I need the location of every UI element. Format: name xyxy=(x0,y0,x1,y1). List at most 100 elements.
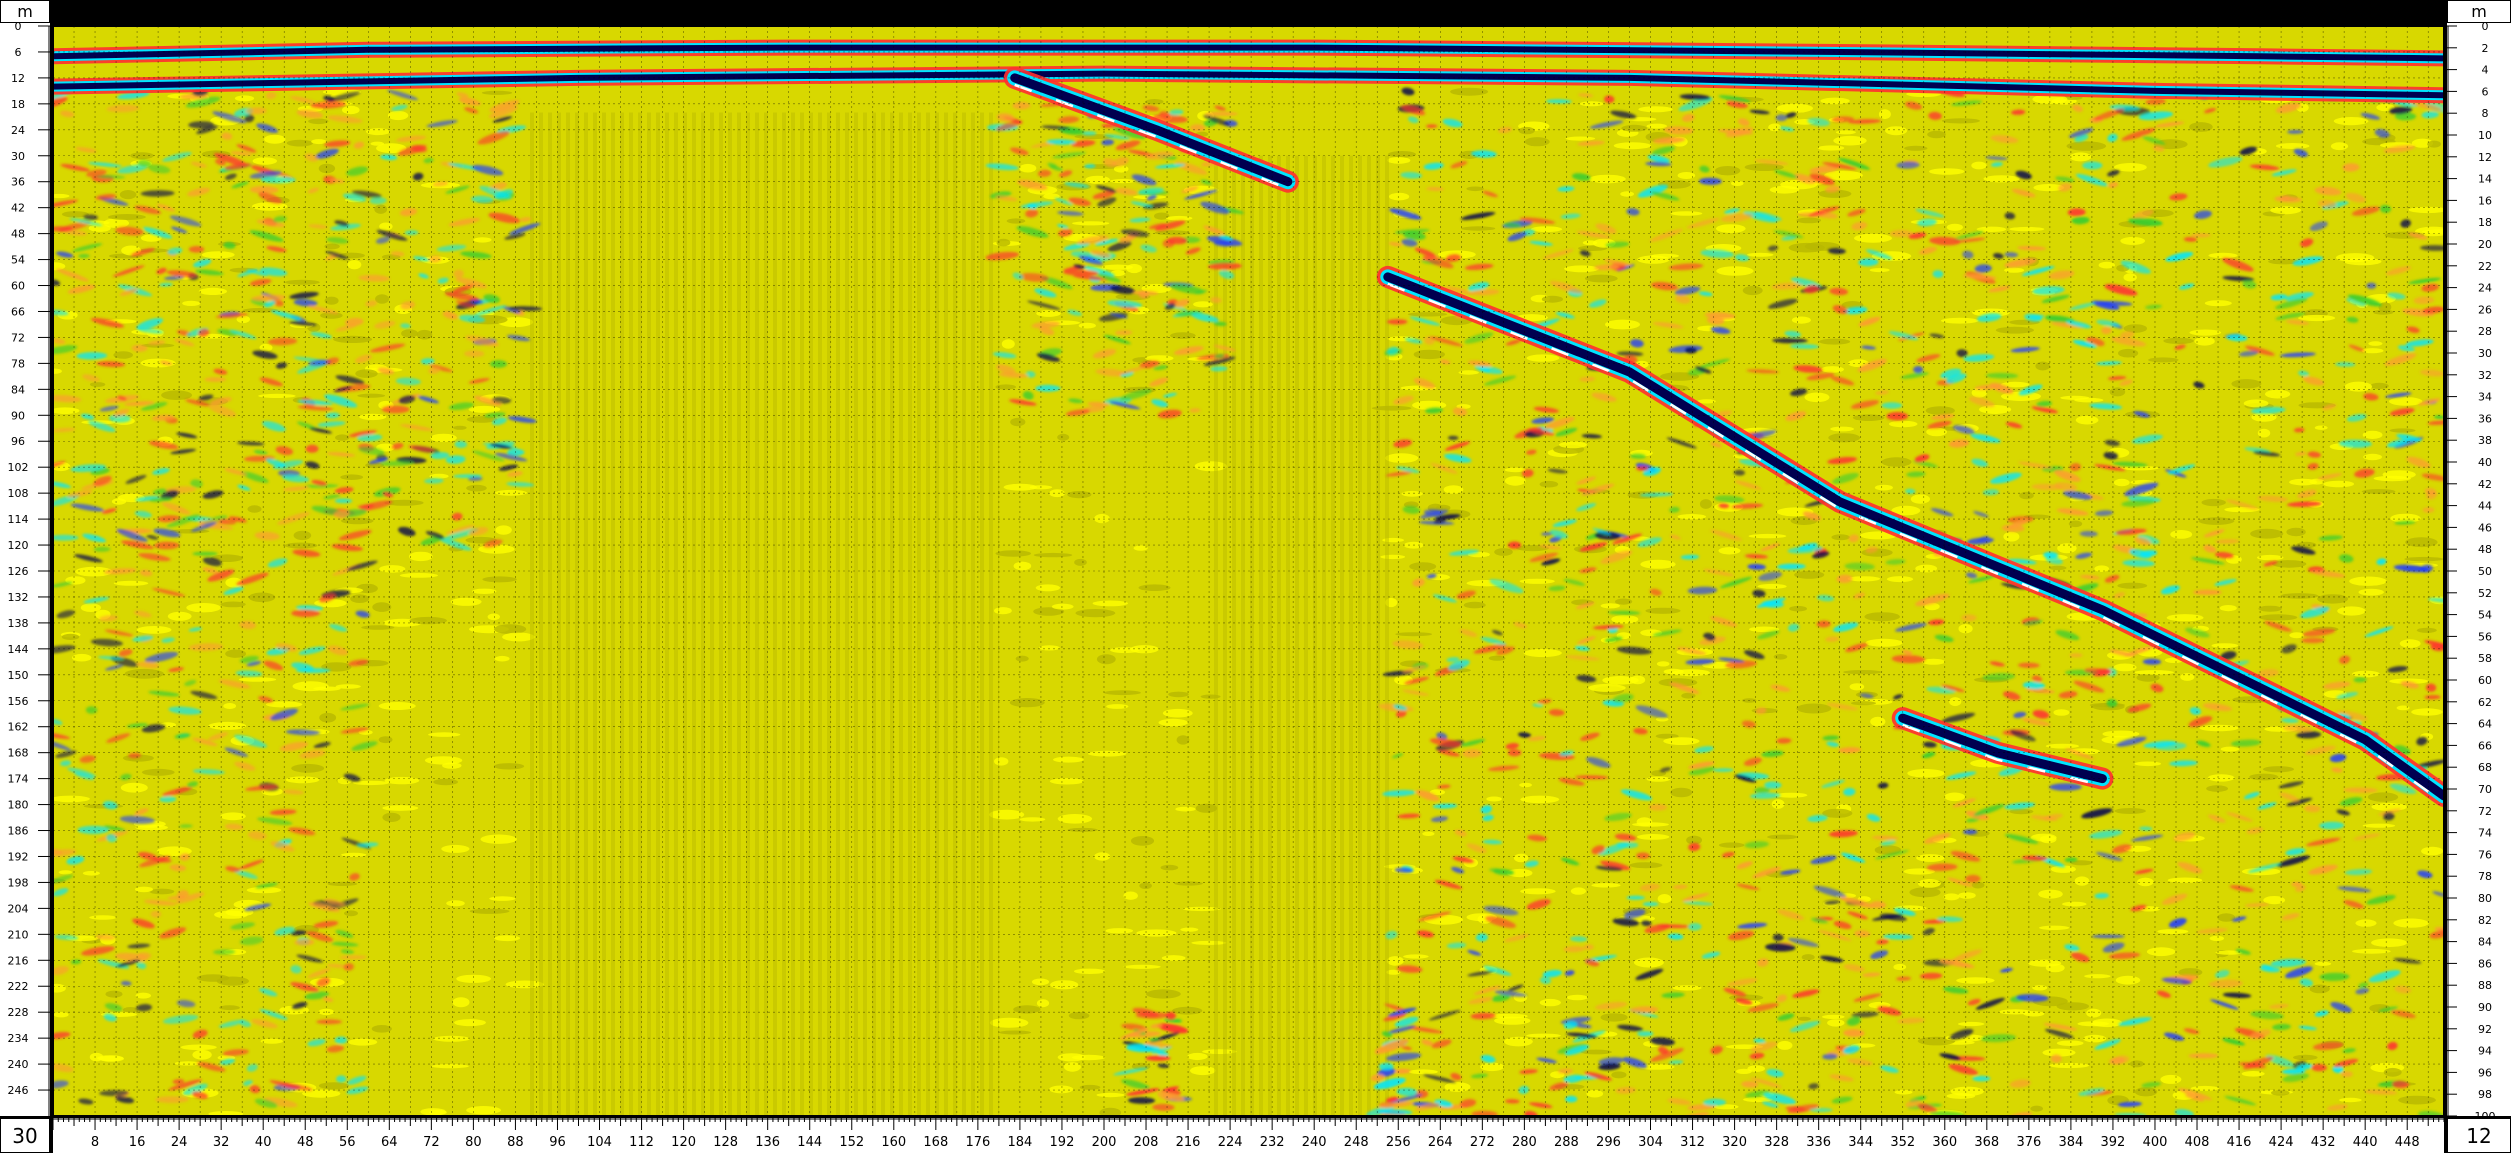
left-tick-label: 36 xyxy=(11,176,25,189)
right-tick-label: 24 xyxy=(2478,282,2492,295)
right-tick-label: 6 xyxy=(2482,85,2489,98)
left-tick-label: 216 xyxy=(8,954,29,967)
left-tick-label: 60 xyxy=(11,280,25,293)
left-tick-label: 234 xyxy=(8,1032,29,1045)
bottom-tick-label: 328 xyxy=(1764,1135,1789,1150)
bottom-tick-label: 184 xyxy=(1007,1135,1032,1150)
right-tick-label: 86 xyxy=(2478,957,2492,970)
left-tick-label: 30 xyxy=(11,150,25,163)
right-tick-label: 82 xyxy=(2478,914,2492,927)
right-tick-label: 16 xyxy=(2478,194,2492,207)
right-tick-label: 98 xyxy=(2478,1088,2492,1101)
bottom-tick-label: 216 xyxy=(1176,1135,1201,1150)
left-tick-label: 114 xyxy=(8,513,29,526)
bottom-tick-label: 224 xyxy=(1218,1135,1243,1150)
right-tick-label: 28 xyxy=(2478,325,2492,338)
left-tick-label: 198 xyxy=(8,876,29,889)
right-tick-label: 42 xyxy=(2478,478,2492,491)
left-depth-scale: 0 6 12 18 24 30 36 42 48 54 60 66 72 78 84 90 96 102 108 11… xyxy=(0,23,50,1116)
bottom-tick-label: 344 xyxy=(1848,1135,1873,1150)
bottom-tick-label: 440 xyxy=(2353,1135,2378,1150)
right-tick-label: 68 xyxy=(2478,761,2492,774)
bottom-tick-label: 128 xyxy=(713,1135,738,1150)
bottom-tick-label: 8 xyxy=(91,1135,99,1150)
right-tick-label: 48 xyxy=(2478,543,2492,556)
bottom-tick-label: 352 xyxy=(1890,1135,1915,1150)
left-tick-label: 174 xyxy=(8,773,29,786)
right-tick-label: 94 xyxy=(2478,1045,2492,1058)
right-tick-label: 78 xyxy=(2478,870,2492,883)
left-tick-label: 6 xyxy=(15,46,22,59)
quiet-zone-2 xyxy=(1209,155,1394,1116)
right-tick-label: 0 xyxy=(2482,23,2489,33)
right-tick-label: 64 xyxy=(2478,718,2492,731)
bottom-tick-label: 80 xyxy=(465,1135,482,1150)
bottom-tick-label: 152 xyxy=(839,1135,864,1150)
right-tick-label: 22 xyxy=(2478,260,2492,273)
bottom-tick-label: 296 xyxy=(1596,1135,1621,1150)
left-tick-label: 162 xyxy=(8,721,29,734)
right-tick-label: 26 xyxy=(2478,303,2492,316)
right-tick-label: 54 xyxy=(2478,609,2492,622)
left-tick-label: 192 xyxy=(8,850,29,863)
left-tick-label: 48 xyxy=(11,228,25,241)
left-tick-label: 240 xyxy=(8,1058,29,1071)
right-tick-label: 10 xyxy=(2478,129,2492,142)
bottom-tick-label: 160 xyxy=(881,1135,906,1150)
right-tick-label: 100 xyxy=(2475,1110,2496,1116)
left-unit-label: m xyxy=(0,0,50,23)
right-tick-label: 72 xyxy=(2478,805,2492,818)
left-tick-label: 132 xyxy=(8,591,29,604)
left-tick-label: 72 xyxy=(11,331,25,344)
bottom-tick-label: 144 xyxy=(797,1135,822,1150)
bottom-tick-label: 424 xyxy=(2269,1135,2294,1150)
left-tick-label: 144 xyxy=(8,643,29,656)
right-tick-label: 76 xyxy=(2478,848,2492,861)
right-tick-label: 34 xyxy=(2478,391,2492,404)
bottom-tick-label: 392 xyxy=(2101,1135,2126,1150)
bottom-tick-label: 72 xyxy=(423,1135,440,1150)
left-tick-label: 126 xyxy=(8,565,29,578)
right-tick-label: 30 xyxy=(2478,347,2492,360)
bottom-tick-label: 120 xyxy=(671,1135,696,1150)
right-tick-label: 66 xyxy=(2478,739,2492,752)
right-unit-label: m xyxy=(2447,0,2511,23)
left-tick-label: 168 xyxy=(8,747,29,760)
right-tick-label: 80 xyxy=(2478,892,2492,905)
bottom-tick-label: 384 xyxy=(2058,1135,2083,1150)
bottom-tick-label: 264 xyxy=(1428,1135,1453,1150)
left-tick-label: 150 xyxy=(8,669,29,682)
right-depth-scale: 0 2 4 6 8 10 12 14 16 18 20 22 24 26 28 30 32 34 36 38 40 42 4… xyxy=(2447,23,2511,1116)
right-tick-label: 90 xyxy=(2478,1001,2492,1014)
bottom-tick-label: 368 xyxy=(1974,1135,1999,1150)
right-tick-label: 84 xyxy=(2478,936,2492,949)
radargram-window: m m 0 6 12 18 24 30 36 42 48 54 60 66 72 78 84 90 96 102 1… xyxy=(0,0,2511,1153)
left-tick-label: 186 xyxy=(8,825,29,838)
bottom-tick-label: 64 xyxy=(381,1135,398,1150)
bottom-tick-label: 240 xyxy=(1302,1135,1327,1150)
left-tick-label: 84 xyxy=(11,383,25,396)
right-tick-label: 2 xyxy=(2482,42,2489,55)
bottom-tick-label: 16 xyxy=(129,1135,146,1150)
bottom-tick-label: 136 xyxy=(755,1135,780,1150)
left-tick-label: 204 xyxy=(8,902,29,915)
bottom-tick-label: 248 xyxy=(1344,1135,1369,1150)
left-tick-label: 24 xyxy=(11,124,25,137)
right-tick-label: 12 xyxy=(2478,151,2492,164)
left-tick-label: 54 xyxy=(11,254,25,267)
right-tick-label: 92 xyxy=(2478,1023,2492,1036)
bottom-tick-label: 336 xyxy=(1806,1135,1831,1150)
bottom-tick-label: 24 xyxy=(171,1135,188,1150)
radargram-plot[interactable] xyxy=(53,26,2444,1116)
bottom-tick-label: 376 xyxy=(2016,1135,2041,1150)
bottom-tick-label: 112 xyxy=(629,1135,654,1150)
left-tick-label: 0 xyxy=(15,23,22,33)
left-tick-label: 222 xyxy=(8,980,29,993)
bottom-distance-scale: 8 16 24 32 40 48 56 64 72 80 88 96 104 112 120 128 136 14… xyxy=(53,1118,2444,1153)
left-tick-label: 156 xyxy=(8,695,29,708)
right-tick-label: 4 xyxy=(2482,64,2489,77)
bottom-tick-label: 40 xyxy=(255,1135,272,1150)
left-tick-label: 90 xyxy=(11,409,25,422)
left-tick-label: 120 xyxy=(8,539,29,552)
right-tick-label: 60 xyxy=(2478,674,2492,687)
